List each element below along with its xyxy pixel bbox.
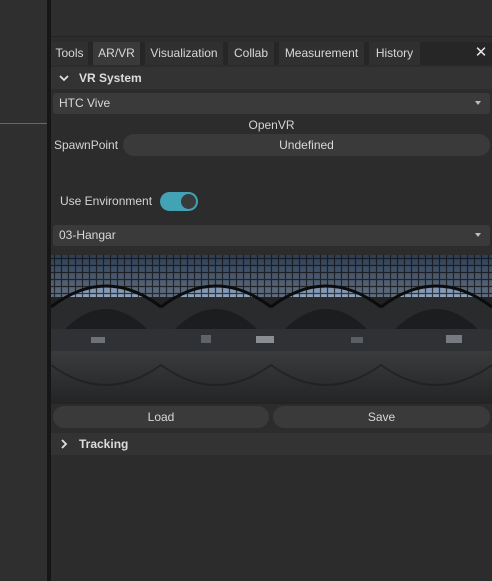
environment-dropdown[interactable]: 03-Hangar: [53, 225, 490, 246]
section-title: Tracking: [79, 437, 129, 451]
save-button[interactable]: Save: [273, 406, 490, 428]
use-environment-label: Use Environment: [60, 194, 153, 208]
tab-bar: Tools AR/VR Visualization Collab Measure…: [51, 42, 492, 65]
dropdown-caret-icon: [475, 101, 481, 105]
tab-collab[interactable]: Collab: [228, 42, 275, 65]
viewport-area[interactable]: [0, 0, 47, 581]
tab-ar-vr[interactable]: AR/VR: [93, 42, 141, 65]
environment-value: 03-Hangar: [59, 228, 116, 242]
vr-device-value: HTC Vive: [59, 96, 111, 110]
vr-device-dropdown[interactable]: HTC Vive: [53, 93, 490, 114]
tab-tools[interactable]: Tools: [51, 42, 89, 65]
hangar-panorama: [51, 255, 492, 404]
dropdown-caret-icon: [475, 233, 481, 237]
tab-history[interactable]: History: [369, 42, 421, 65]
chevron-right-icon: [61, 439, 68, 449]
load-button[interactable]: Load: [53, 406, 269, 428]
arvr-panel: Tools AR/VR Visualization Collab Measure…: [51, 38, 492, 581]
viewport-guide-line: [0, 123, 47, 124]
section-vr-system[interactable]: VR System: [51, 67, 492, 89]
toggle-knob: [181, 194, 196, 209]
spawnpoint-label: SpawnPoint: [54, 138, 119, 152]
close-icon[interactable]: ✕: [470, 42, 492, 65]
tab-visualization[interactable]: Visualization: [145, 42, 224, 65]
upper-panel-area: [51, 0, 492, 37]
section-title: VR System: [79, 71, 142, 85]
spawnpoint-button[interactable]: Undefined: [123, 134, 490, 156]
use-environment-toggle[interactable]: [160, 192, 198, 211]
section-tracking[interactable]: Tracking: [51, 433, 492, 455]
chevron-down-icon: [59, 75, 69, 82]
environment-preview-image: [51, 255, 492, 404]
runtime-label: OpenVR: [248, 118, 295, 132]
tab-measurement[interactable]: Measurement: [279, 42, 365, 65]
